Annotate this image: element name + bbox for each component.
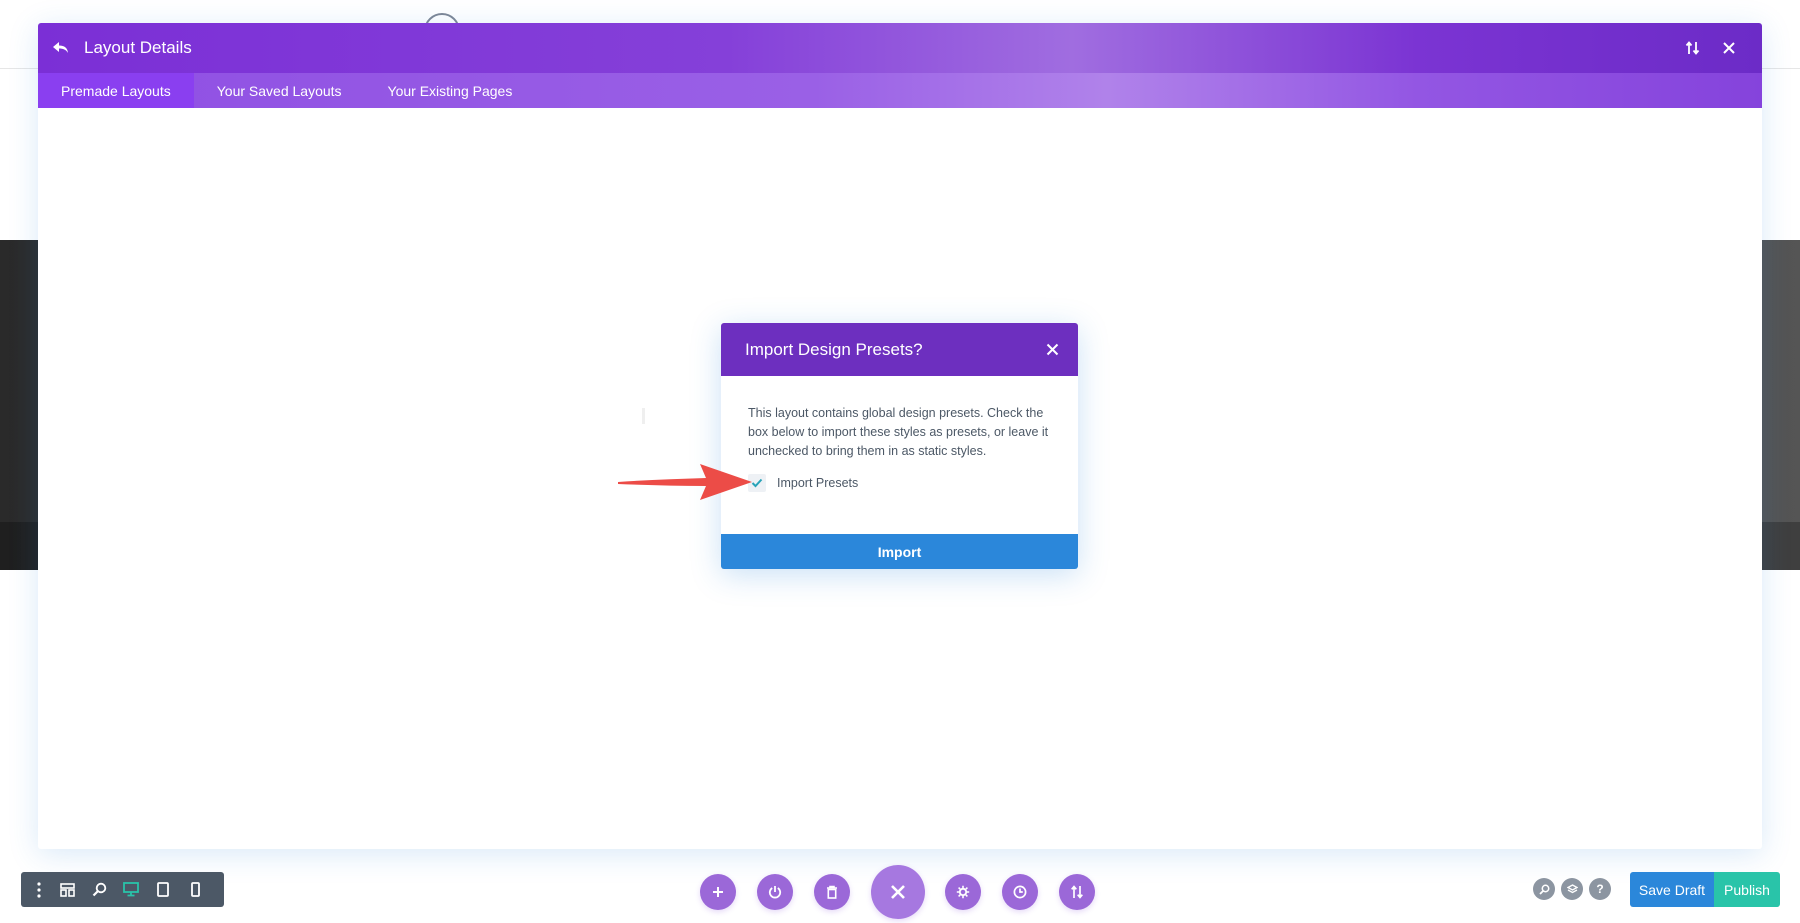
gear-icon[interactable]: [945, 874, 981, 910]
dialog-title: Import Design Presets?: [745, 339, 923, 359]
sort-icon[interactable]: [1059, 874, 1095, 910]
close-icon[interactable]: [1718, 37, 1740, 59]
publish-button[interactable]: Publish: [1714, 872, 1780, 907]
sort-arrows-icon[interactable]: [1682, 37, 1704, 59]
power-icon[interactable]: [757, 874, 793, 910]
desktop-icon[interactable]: [115, 872, 147, 907]
help-icon[interactable]: ?: [1589, 878, 1611, 900]
loading-ghost-mark: [642, 408, 645, 424]
phone-icon[interactable]: [179, 872, 211, 907]
dialog-close-icon[interactable]: [1042, 340, 1062, 360]
search-icon[interactable]: [1533, 878, 1555, 900]
dialog-description: This layout contains global design prese…: [748, 406, 1049, 458]
add-icon[interactable]: [700, 874, 736, 910]
trash-icon[interactable]: [814, 874, 850, 910]
tablet-icon[interactable]: [147, 872, 179, 907]
close-builder-icon[interactable]: [871, 865, 925, 919]
import-presets-option: Import Presets: [748, 474, 1054, 492]
tab-saved-layouts[interactable]: Your Saved Layouts: [194, 73, 365, 108]
back-arrow-icon[interactable]: [50, 37, 72, 59]
modal-header: Layout Details: [38, 23, 1762, 73]
dialog-body: This layout contains global design prese…: [721, 376, 1078, 492]
tab-bar: Premade Layouts Your Saved Layouts Your …: [38, 73, 1762, 108]
import-presets-dialog: Import Design Presets? This layout conta…: [721, 323, 1078, 569]
more-icon[interactable]: [27, 872, 51, 907]
modal-title: Layout Details: [84, 38, 192, 57]
dialog-header: Import Design Presets?: [721, 323, 1078, 376]
tab-premade-layouts[interactable]: Premade Layouts: [38, 73, 194, 108]
header-actions: [1682, 37, 1740, 59]
wireframe-icon[interactable]: [51, 872, 83, 907]
zoom-icon[interactable]: [83, 872, 115, 907]
import-button[interactable]: Import: [721, 534, 1078, 569]
builder-actions-toolbar: [700, 865, 1095, 919]
annotation-arrow-icon: [618, 464, 752, 500]
history-icon[interactable]: [1002, 874, 1038, 910]
layers-icon[interactable]: [1561, 878, 1583, 900]
page-tools-group: ?: [1533, 878, 1611, 900]
view-mode-toolbar: [21, 872, 224, 907]
tab-existing-pages[interactable]: Your Existing Pages: [365, 73, 536, 108]
import-presets-label: Import Presets: [777, 476, 859, 490]
save-draft-button[interactable]: Save Draft: [1630, 872, 1714, 907]
